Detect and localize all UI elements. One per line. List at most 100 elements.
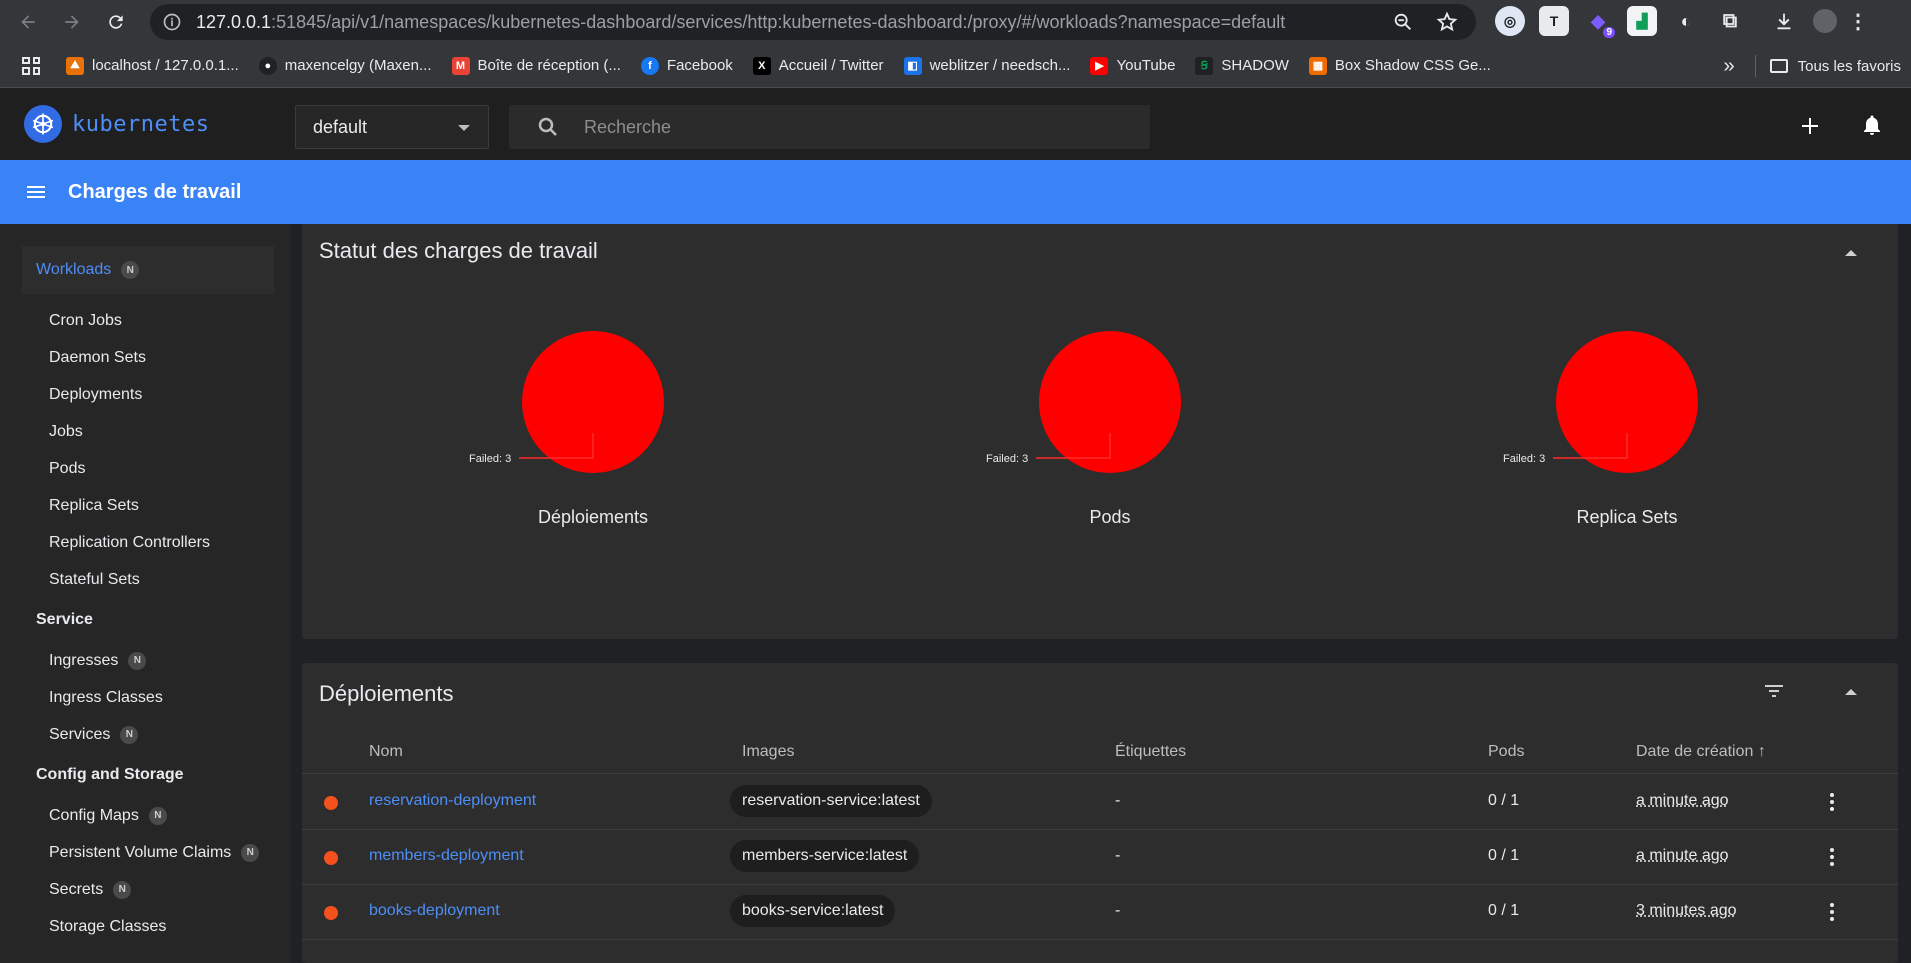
bookmark-item[interactable]: ● maxencelgy (Maxen... (258, 56, 432, 75)
sidebar-item-ingresses[interactable]: Ingresses N (0, 642, 290, 679)
extension-t-icon[interactable]: T (1539, 6, 1569, 36)
forward-button[interactable] (56, 6, 88, 38)
sidebar-item-pods[interactable]: Pods (0, 450, 290, 487)
kubernetes-logo[interactable]: kubernetes (24, 105, 209, 143)
extension-1password-icon[interactable]: ◎ (1495, 6, 1525, 36)
sidebar-item-config-maps[interactable]: Config Maps N (0, 797, 290, 834)
chevron-down-icon (458, 125, 470, 131)
bookmark-label: localhost / 127.0.0.1... (92, 57, 239, 74)
bookmark-item[interactable]: X Accueil / Twitter (752, 56, 884, 75)
sidebar-nav: Workloads N Cron Jobs Daemon Sets Deploym… (0, 224, 290, 963)
column-header-label: Date de création (1636, 743, 1754, 760)
row-actions-kebab-icon[interactable] (1830, 847, 1834, 867)
column-header-created[interactable]: Date de création ↑ (1636, 743, 1766, 761)
bookmark-item[interactable]: ⛰ localhost / 127.0.0.1... (66, 56, 239, 75)
sidebar-item-label: Replication Controllers (49, 533, 210, 551)
deployment-link[interactable]: reservation-deployment (369, 792, 536, 810)
sidebar-item-secrets[interactable]: Secrets N (0, 871, 290, 908)
add-resource-icon[interactable] (1798, 114, 1822, 138)
address-bar[interactable]: 127.0.0.1:51845/api/v1/namespaces/kubern… (150, 4, 1476, 40)
image-chip: members-service:latest (730, 840, 920, 872)
bookmark-item[interactable]: ◧ weblitzer / needsch... (903, 56, 1070, 75)
notifications-bell-icon[interactable] (1860, 113, 1884, 137)
sidebar-item-stateful-sets[interactable]: Stateful Sets (0, 561, 290, 598)
bookmark-item[interactable]: Ꞩ SHADOW (1195, 56, 1289, 75)
sidebar-group-config: Config and Storage (36, 766, 184, 783)
sidebar-item-label: Stateful Sets (49, 570, 140, 588)
extension-circle-icon[interactable]: ◐ (1671, 6, 1701, 36)
bookmark-label: Boîte de réception (... (477, 57, 621, 74)
apps-grid-icon[interactable] (22, 56, 40, 75)
download-icon[interactable] (1769, 6, 1799, 36)
bookmark-label: Facebook (666, 57, 733, 74)
arrow-right-icon (65, 15, 79, 29)
app-header: kubernetes default (0, 88, 1911, 160)
bookmark-star-icon[interactable] (1436, 11, 1458, 33)
row-actions-kebab-icon[interactable] (1830, 792, 1834, 812)
row-actions-kebab-icon[interactable] (1830, 902, 1834, 922)
bookmark-item[interactable]: ▶ YouTube (1090, 56, 1175, 75)
table-row: members-deployment members-service:lates… (302, 830, 1898, 885)
sidebar-item-services[interactable]: Services N (0, 716, 290, 753)
pie-chart-label: Pods (1089, 507, 1131, 527)
pods-cell: 0 / 1 (1488, 792, 1520, 809)
sidebar-item-workloads[interactable]: Workloads N (22, 246, 274, 294)
hamburger-menu-icon[interactable] (24, 180, 48, 204)
status-failed-icon (324, 906, 338, 920)
table-row: reservation-deployment reservation-servi… (302, 775, 1898, 830)
sidebar-item-deployments[interactable]: Deployments (0, 376, 290, 413)
namespace-value: default (313, 116, 368, 137)
bookmark-favicon-icon: Ꞩ (1195, 56, 1214, 75)
url-path: :51845/api/v1/namespaces/kubernetes-dash… (271, 11, 1286, 32)
deployments-card: Déploiements Nom Images Étiquettes Pods … (302, 663, 1898, 963)
zoom-icon[interactable] (1392, 11, 1414, 33)
url-text[interactable]: 127.0.0.1:51845/api/v1/namespaces/kubern… (196, 12, 1285, 33)
sidebar-item-ingress-classes[interactable]: Ingress Classes (0, 679, 290, 716)
reload-button[interactable] (100, 6, 132, 38)
kebab-menu-icon[interactable]: ⋮ (1848, 6, 1868, 36)
search-bar[interactable] (509, 105, 1150, 149)
extensions-puzzle-icon[interactable]: ⧉ (1715, 6, 1745, 36)
sort-arrow-up-icon: ↑ (1757, 743, 1766, 760)
created-cell: a minute ago (1636, 792, 1729, 809)
filter-icon[interactable] (1762, 679, 1786, 703)
collapse-icon[interactable] (1845, 689, 1857, 695)
column-header-labels: Étiquettes (1115, 743, 1187, 760)
bookmark-item[interactable]: f Facebook (640, 56, 733, 75)
sidebar-item-cron-jobs[interactable]: Cron Jobs (0, 302, 290, 339)
image-chip: books-service:latest (730, 895, 896, 927)
sidebar-item-storage-classes[interactable]: Storage Classes (0, 908, 290, 945)
sidebar-item-label: Pods (49, 459, 86, 477)
sidebar-item-replica-sets[interactable]: Replica Sets (0, 487, 290, 524)
search-input[interactable] (584, 116, 1084, 138)
bookmarks-bar: ⛰ localhost / 127.0.0.1... ● maxencelgy (M… (0, 44, 1911, 88)
extension-badge-icon[interactable]: ◆ 9 (1583, 6, 1615, 38)
sidebar-item-replication-controllers[interactable]: Replication Controllers (0, 524, 290, 561)
bookmark-favicon-icon: ◧ (903, 56, 922, 75)
sidebar-item-jobs[interactable]: Jobs (0, 413, 290, 450)
namespace-select[interactable]: default (295, 105, 489, 149)
bookmark-item[interactable]: ▦ Box Shadow CSS Ge... (1308, 56, 1491, 75)
pie-legend-label: Failed: 3 (986, 453, 1028, 465)
bookmark-favicon-icon: ▦ (1308, 56, 1327, 75)
deployment-link[interactable]: members-deployment (369, 847, 524, 865)
bookmarks-overflow-icon[interactable]: » (1724, 55, 1735, 78)
divider (1754, 55, 1756, 77)
sidebar-item-label: Ingress Classes (49, 688, 163, 706)
sidebar-item-daemon-sets[interactable]: Daemon Sets (0, 339, 290, 376)
pie-chart-label: Déploiements (537, 507, 649, 527)
site-info-icon[interactable] (162, 12, 182, 32)
sidebar-item-label: Replica Sets (49, 496, 139, 514)
deployment-link[interactable]: books-deployment (369, 902, 500, 920)
extension-chart-icon[interactable]: ▟ (1627, 6, 1657, 36)
bookmark-item[interactable]: M Boîte de réception (... (451, 56, 621, 75)
column-header-name[interactable]: Nom (369, 743, 403, 761)
collapse-icon[interactable] (1845, 250, 1857, 256)
twitter-x-icon: X (752, 56, 771, 75)
sidebar-item-pvc[interactable]: Persistent Volume Claims N (0, 834, 290, 871)
pods-cell: 0 / 1 (1488, 847, 1520, 864)
youtube-icon: ▶ (1090, 56, 1109, 75)
profile-avatar[interactable] (1813, 9, 1837, 33)
all-bookmarks-link[interactable]: Tous les favoris (1798, 58, 1901, 75)
back-button[interactable] (12, 6, 44, 38)
